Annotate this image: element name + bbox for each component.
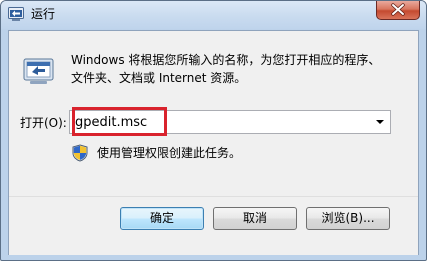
run-app-icon xyxy=(8,7,24,22)
browse-button[interactable]: 浏览(B)... xyxy=(306,207,390,230)
run-program-icon xyxy=(22,53,56,87)
dialog-body: Windows 将根据您所输入的名称，为您打开相应的程序、 文件夹、文档或 In… xyxy=(8,30,419,255)
open-label: 打开(O): xyxy=(20,116,67,130)
admin-note: 使用管理权限创建此任务。 xyxy=(97,146,242,160)
run-dialog: 运行 Windows 将根据您所输入的名称，为您打开相应的程序、 文件夹、文档或… xyxy=(0,0,427,261)
ok-button[interactable]: 确定 xyxy=(120,207,204,230)
dropdown-arrow-icon[interactable] xyxy=(371,112,389,132)
description: Windows 将根据您所输入的名称，为您打开相应的程序、 文件夹、文档或 In… xyxy=(71,51,411,87)
description-line-2: 文件夹、文档或 Internet 资源。 xyxy=(71,71,247,85)
title-bar[interactable]: 运行 xyxy=(1,1,426,29)
highlight-annotation xyxy=(72,107,167,136)
close-icon xyxy=(377,1,419,19)
uac-shield-icon xyxy=(72,144,88,162)
close-button[interactable] xyxy=(376,1,420,20)
description-line-1: Windows 将根据您所输入的名称，为您打开相应的程序、 xyxy=(71,53,381,67)
window-title: 运行 xyxy=(31,7,56,21)
cancel-button[interactable]: 取消 xyxy=(213,207,297,230)
